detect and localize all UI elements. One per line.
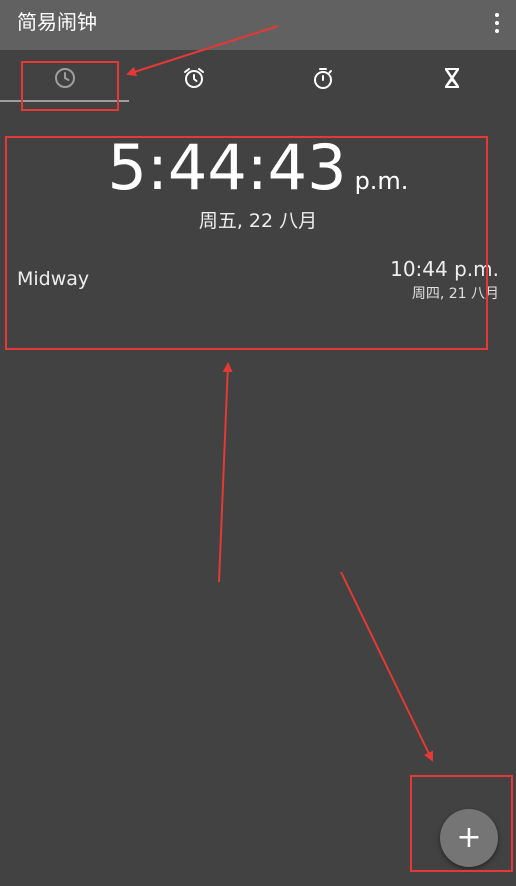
annotation-arrow-bottom [340,571,434,762]
more-vert-icon[interactable] [490,10,504,36]
annotation-box-clock-content [5,136,488,350]
app-root: 简易闹钟 5:44:43 p.m. 周五, 22 八月 Midway 10:44… [0,0,516,886]
annotation-box-fab [410,775,513,872]
annotation-arrow-middle [218,362,233,583]
tab-alarm[interactable] [129,50,258,105]
hourglass-icon [444,67,459,88]
app-bar: 简易闹钟 [0,0,516,50]
alarm-icon [183,67,204,88]
stopwatch-icon [313,67,332,89]
tab-timer[interactable] [387,50,516,105]
app-title: 简易闹钟 [17,10,97,34]
tab-stopwatch[interactable] [258,50,387,105]
annotation-box-clock-tab [21,61,119,111]
